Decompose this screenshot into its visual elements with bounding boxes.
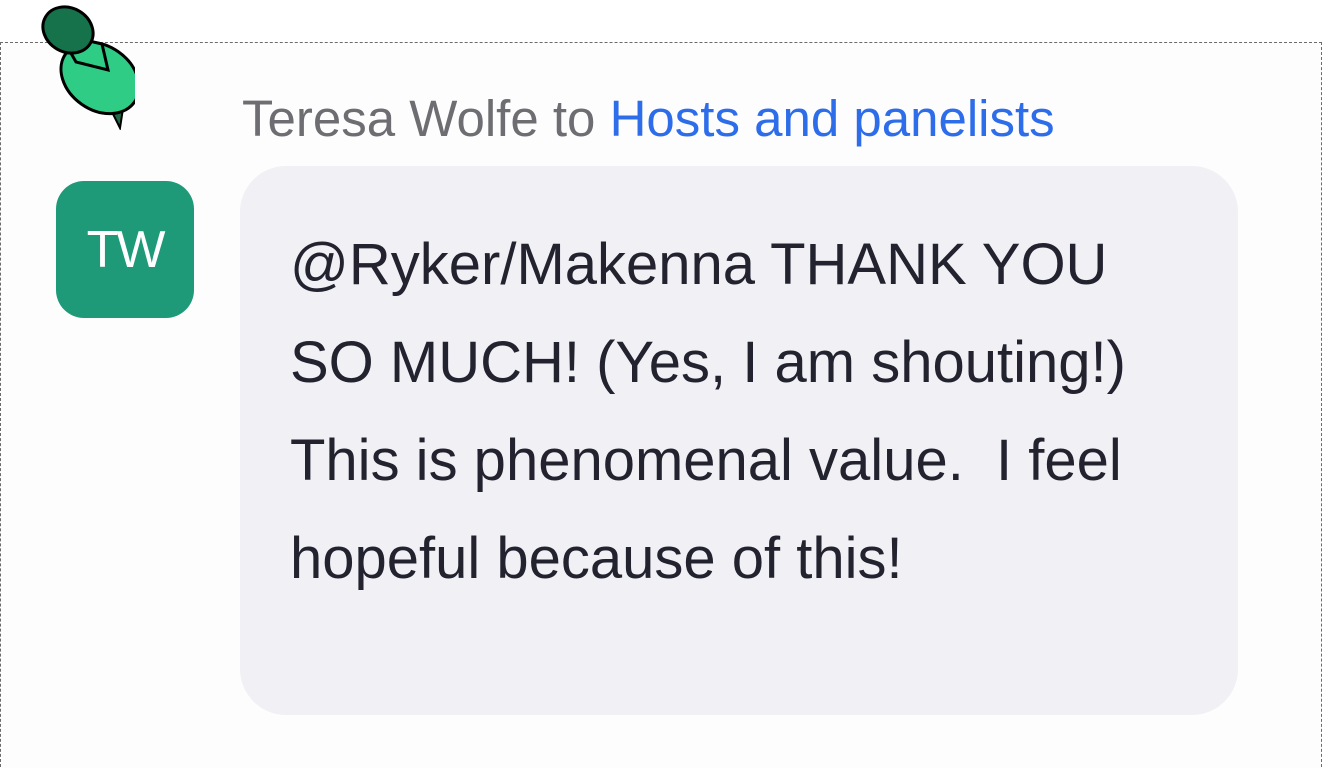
push-pin-icon — [41, 5, 135, 130]
message-header: Teresa Wolfe to Hosts and panelists — [242, 86, 1055, 152]
avatar-initials: TW — [86, 220, 166, 279]
chat-screenshot: Teresa Wolfe to Hosts and panelists TW @… — [0, 0, 1325, 768]
recipients-label[interactable]: Hosts and panelists — [610, 90, 1055, 147]
message-bubble[interactable]: @Ryker/Makenna THANK YOU SO MUCH! (Yes, … — [240, 166, 1238, 715]
header-separator: to — [552, 90, 596, 147]
sender-name[interactable]: Teresa Wolfe — [242, 90, 539, 147]
message-text: @Ryker/Makenna THANK YOU SO MUCH! (Yes, … — [290, 232, 1158, 591]
avatar[interactable]: TW — [56, 181, 194, 318]
